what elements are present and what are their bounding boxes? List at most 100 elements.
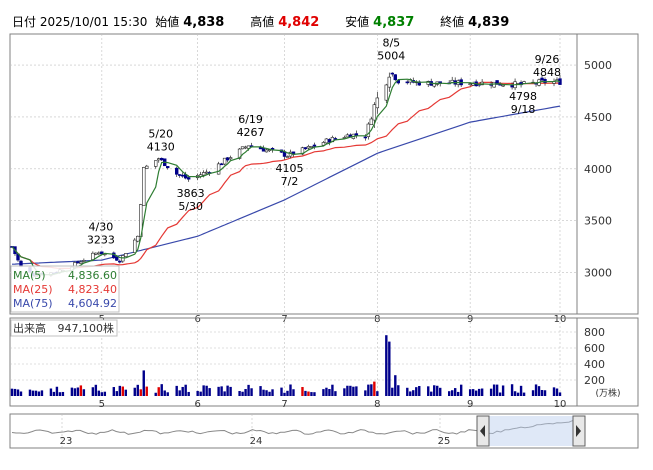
candle-body xyxy=(375,97,380,109)
annotation-date: 4/30 xyxy=(88,220,113,233)
candle-body xyxy=(222,157,227,165)
annotation-date: 9/18 xyxy=(511,103,536,116)
volume-bar xyxy=(531,390,535,396)
volume-bar xyxy=(55,386,59,396)
overview-left-handle[interactable] xyxy=(476,415,490,447)
candle-body xyxy=(228,157,233,160)
candle-body xyxy=(100,251,104,255)
candle-body xyxy=(303,147,308,150)
price-y-tick: 4500 xyxy=(584,111,612,124)
volume-bar xyxy=(436,385,439,396)
volume-bar xyxy=(439,387,442,396)
candle-body xyxy=(174,167,179,175)
volume-bar xyxy=(430,391,433,396)
volume-bar xyxy=(94,384,98,396)
volume-bar xyxy=(205,385,208,396)
candle-body xyxy=(79,261,83,264)
candle-body xyxy=(219,163,224,166)
candle-body xyxy=(166,166,170,169)
volume-bar xyxy=(537,386,541,396)
annotation-date: 5/30 xyxy=(178,200,203,213)
price-x-ticks: 5678910 xyxy=(99,314,567,325)
price-annotations: 4/303233 5/204130 38635/30 6/194267 41057/2 8… xyxy=(87,37,561,247)
volume-bar xyxy=(265,390,268,396)
overview-right-handle[interactable] xyxy=(572,415,586,447)
candle-body xyxy=(201,172,206,176)
volume-bar xyxy=(501,385,505,396)
volume-bar xyxy=(412,390,415,396)
volume-y-tick: 800 xyxy=(584,326,605,339)
candle-body xyxy=(312,144,317,147)
candle-body xyxy=(160,157,164,161)
volume-bar xyxy=(52,391,56,396)
volume-legend-value: 947,100株 xyxy=(58,321,115,335)
volume-bar xyxy=(115,391,119,396)
volume-bar xyxy=(555,388,559,396)
volume-y-tick: 200 xyxy=(584,374,605,387)
volume-bar xyxy=(459,384,463,396)
ma25-legend-label: MA(25) xyxy=(13,283,53,296)
volume-bar xyxy=(82,389,86,396)
volume-bar xyxy=(61,391,65,396)
candle-body xyxy=(186,177,191,180)
price-y-tick: 4000 xyxy=(584,163,612,176)
volume-bar xyxy=(226,385,229,396)
candle-body xyxy=(97,252,101,255)
annotation-date: 8/5 xyxy=(382,37,400,50)
candle-body xyxy=(387,76,392,88)
candle-body xyxy=(390,72,395,75)
volume-bar xyxy=(124,389,127,396)
annotation-date: 6/19 xyxy=(238,113,263,126)
volume-bar xyxy=(513,391,517,396)
volume-bar xyxy=(187,391,190,396)
candle-body xyxy=(145,165,149,169)
volume-bar xyxy=(181,386,184,396)
volume-bar xyxy=(292,389,295,396)
volume-bar xyxy=(355,386,358,396)
price-y-tick: 3000 xyxy=(584,267,612,280)
overview-tick: 25 xyxy=(438,436,451,447)
volume-bar xyxy=(394,375,397,396)
price-y-tick: 5000 xyxy=(584,59,612,72)
volume-bar xyxy=(307,391,310,396)
candle-body xyxy=(324,138,329,144)
volume-x-tick: 7 xyxy=(281,399,287,410)
volume-bar xyxy=(468,389,472,396)
volume-bar xyxy=(208,388,211,396)
overview-tick: 24 xyxy=(250,436,263,447)
volume-bar xyxy=(331,384,334,396)
volume-bar xyxy=(397,385,400,396)
overview-tick: 23 xyxy=(60,436,73,447)
annotation-value: 4105 xyxy=(275,162,303,175)
volume-bar xyxy=(558,392,562,396)
volume-x-tick: 9 xyxy=(467,399,473,410)
volume-bar xyxy=(346,385,349,396)
volume-x-tick: 8 xyxy=(374,399,380,410)
volume-bar xyxy=(199,391,202,396)
volume-bar xyxy=(427,386,430,396)
volume-bar xyxy=(118,385,122,396)
volume-unit: (万株) xyxy=(595,387,620,399)
volume-bars xyxy=(10,335,562,396)
candle-body xyxy=(384,84,389,101)
volume-bar xyxy=(196,390,199,396)
volume-bar xyxy=(328,389,331,396)
volume-bar xyxy=(522,392,526,396)
overview-selected-range[interactable] xyxy=(486,416,576,446)
volume-bar xyxy=(310,392,313,396)
volume-bar xyxy=(385,335,388,396)
volume-x-ticks: 5 6 7 8 9 10 xyxy=(99,399,567,410)
ma25-legend-value: 4,823.40 xyxy=(68,283,117,296)
volume-bar xyxy=(100,392,104,396)
volume-bar xyxy=(241,391,244,396)
volume-bar xyxy=(16,389,20,396)
annotation-date: 9/26 xyxy=(535,53,560,66)
candle-body xyxy=(309,146,314,148)
candle-body xyxy=(306,146,311,149)
volume-bar xyxy=(91,387,95,396)
ma75-legend-value: 4,604.92 xyxy=(68,297,117,310)
candle-body xyxy=(76,261,80,264)
volume-x-tick: 10 xyxy=(554,399,567,410)
volume-bar xyxy=(103,391,107,396)
candle-body xyxy=(501,84,505,87)
